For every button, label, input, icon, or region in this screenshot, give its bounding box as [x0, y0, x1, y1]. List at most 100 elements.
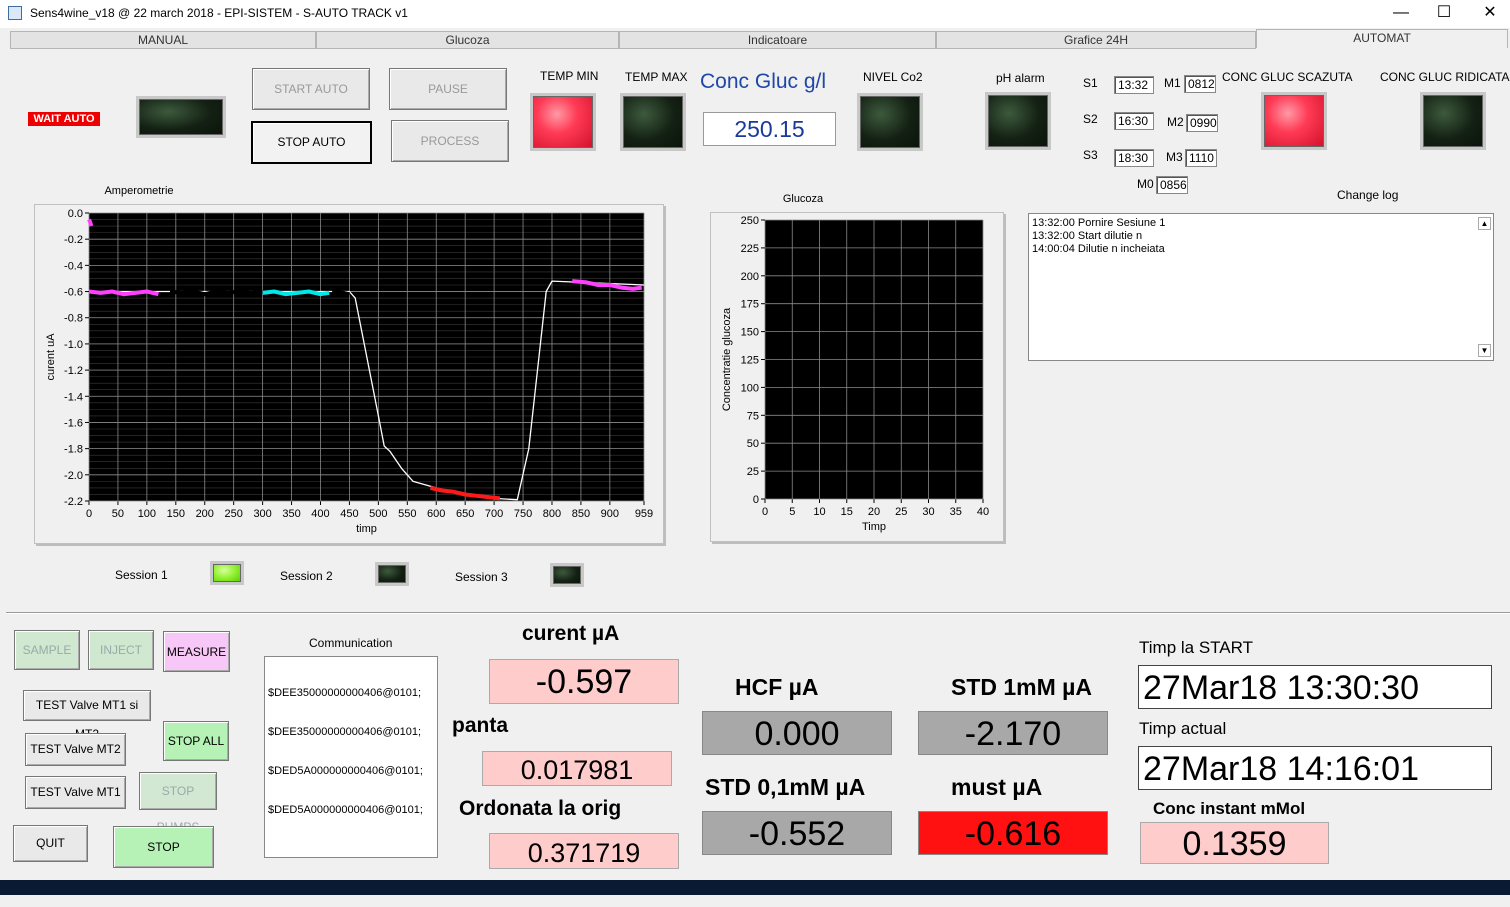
y-tick-label: 25 — [747, 466, 759, 478]
communication-textarea[interactable]: $DEE35000000000406@0101; $DEE35000000000… — [264, 656, 438, 858]
x-tick-label: 40 — [977, 506, 989, 518]
y-tick-label: -1.0 — [64, 339, 83, 351]
x-tick-label: 150 — [167, 508, 185, 520]
s3-time-field[interactable]: 18:30 — [1114, 149, 1154, 167]
scroll-down-arrow-icon[interactable]: ▼ — [1478, 344, 1491, 357]
close-button[interactable]: ✕ — [1467, 0, 1510, 28]
comm-line: $DEE35000000000406@0101; — [268, 687, 422, 699]
y-tick-label: 75 — [747, 410, 759, 422]
tab-glucoza[interactable]: Glucoza — [316, 31, 619, 49]
y-tick-label: -1.2 — [64, 365, 83, 377]
inject-button[interactable]: INJECT — [88, 630, 154, 670]
std01-label: STD 0,1mM µA — [705, 774, 866, 800]
x-tick-label: 350 — [282, 508, 300, 520]
x-tick-label: 300 — [253, 508, 271, 520]
timp-actual-value: 27Mar18 14:16:01 — [1138, 746, 1492, 790]
y-tick-label: 150 — [741, 327, 759, 339]
session-2-led — [375, 562, 409, 586]
tab-manual[interactable]: MANUAL — [10, 31, 316, 49]
log-line: 13:32:00 Pornire Sesiune 1 — [1032, 217, 1166, 229]
y-tick-label: -1.8 — [64, 444, 83, 456]
chart-title: Amperometrie — [104, 185, 173, 197]
conc-gluc-label: Conc Gluc g/l — [700, 70, 827, 93]
process-button[interactable]: PROCESS — [391, 120, 509, 162]
session-3-label: Session 3 — [455, 570, 508, 584]
measure-button[interactable]: MEASURE — [163, 631, 230, 672]
x-axis-label: timp — [356, 523, 377, 535]
ph-alarm-label: pH alarm — [996, 71, 1045, 85]
ordonata-label: Ordonata la orig — [459, 797, 622, 820]
y-tick-label: 125 — [741, 355, 759, 367]
quit-button[interactable]: QUIT — [13, 825, 88, 862]
stop-pumps-button[interactable]: STOP PUMPS — [139, 772, 217, 834]
x-tick-label: 800 — [543, 508, 561, 520]
s3-label: S3 — [1083, 148, 1098, 162]
s1-label: S1 — [1083, 76, 1098, 90]
ph-alarm-led — [985, 92, 1051, 150]
tab-grafice-24h[interactable]: Grafice 24H — [936, 31, 1256, 49]
conc-gluc-scazuta-led — [1261, 92, 1327, 150]
test-valve-mt1-mt2-button[interactable]: TEST Valve MT1 si MT2 — [23, 690, 151, 741]
m1-field[interactable]: 0812 — [1184, 75, 1216, 93]
session-2-label: Session 2 — [280, 569, 333, 583]
start-auto-button[interactable]: START AUTO — [252, 68, 370, 110]
tab-automat[interactable]: AUTOMAT — [1256, 29, 1508, 48]
y-tick-label: -0.8 — [64, 313, 83, 325]
nivel-co2-led — [857, 93, 923, 151]
y-tick-label: -2.2 — [64, 496, 83, 508]
session-1-led — [210, 561, 244, 585]
x-tick-label: 30 — [922, 506, 934, 518]
change-log-textarea[interactable]: 13:32:00 Pornire Sesiune 1 13:32:00 Star… — [1028, 213, 1494, 361]
wait-auto-indicator: WAIT AUTO — [28, 112, 100, 126]
sample-button[interactable]: SAMPLE — [14, 630, 80, 670]
x-tick-label: 35 — [950, 506, 962, 518]
x-tick-label: 10 — [813, 506, 825, 518]
taskbar — [0, 880, 1510, 895]
curent-label: curent µA — [522, 622, 620, 645]
section-divider — [6, 612, 1510, 614]
ordonata-value: 0.371719 — [489, 833, 679, 869]
scroll-up-arrow-icon[interactable]: ▲ — [1478, 217, 1491, 230]
m3-field[interactable]: 1110 — [1185, 149, 1217, 167]
y-tick-label: 50 — [747, 438, 759, 450]
y-tick-label: -0.4 — [64, 260, 83, 272]
curent-value: -0.597 — [489, 659, 679, 704]
conc-gluc-ridicata-label: CONC GLUC RIDICATA — [1380, 70, 1510, 84]
s2-time-field[interactable]: 16:30 — [1114, 112, 1154, 130]
stop-detector-button[interactable]: STOP DETECTOR — [113, 826, 214, 894]
m1-label: M1 — [1164, 76, 1181, 90]
pause-button[interactable]: PAUSE — [389, 68, 507, 110]
y-tick-label: 225 — [741, 243, 759, 255]
x-tick-label: 700 — [485, 508, 503, 520]
std01-value: -0.552 — [702, 811, 892, 855]
y-axis-label: Concentratie glucoza — [721, 307, 733, 411]
x-tick-label: 20 — [868, 506, 880, 518]
stop-all-button[interactable]: STOP ALL — [163, 721, 229, 761]
y-axis-label: curent uA — [45, 333, 57, 381]
x-tick-label: 25 — [895, 506, 907, 518]
chart-title: Glucoza — [783, 193, 824, 205]
m2-field[interactable]: 0990 — [1186, 114, 1218, 132]
y-tick-label: -0.6 — [64, 287, 83, 299]
session-3-led — [550, 563, 584, 587]
tab-indicatoare[interactable]: Indicatoare — [619, 31, 936, 49]
s1-time-field[interactable]: 13:32 — [1114, 76, 1154, 94]
comm-line: $DED5A000000000406@0101; — [268, 765, 423, 777]
x-tick-label: 5 — [789, 506, 795, 518]
conc-instant-value: 0.1359 — [1140, 822, 1329, 864]
temp-max-led — [620, 93, 686, 151]
x-tick-label: 450 — [340, 508, 358, 520]
x-tick-label: 550 — [398, 508, 416, 520]
y-tick-label: 200 — [741, 271, 759, 283]
conc-gluc-ridicata-led — [1420, 92, 1486, 150]
stop-auto-button[interactable]: STOP AUTO — [251, 121, 372, 164]
maximize-button[interactable]: ☐ — [1421, 0, 1467, 28]
m0-field[interactable]: 0856 — [1156, 176, 1188, 194]
test-valve-mt1-button[interactable]: TEST Valve MT1 — [25, 776, 126, 809]
test-valve-mt2-button[interactable]: TEST Valve MT2 — [25, 733, 126, 766]
x-tick-label: 400 — [311, 508, 329, 520]
y-tick-label: -2.0 — [64, 470, 83, 482]
minimize-button[interactable]: — — [1378, 0, 1424, 28]
amperometrie-chart: 0 50 100 150 200 250 300 350 400 450 500 550 600 650 7… — [45, 185, 653, 535]
x-tick-label: 200 — [196, 508, 214, 520]
